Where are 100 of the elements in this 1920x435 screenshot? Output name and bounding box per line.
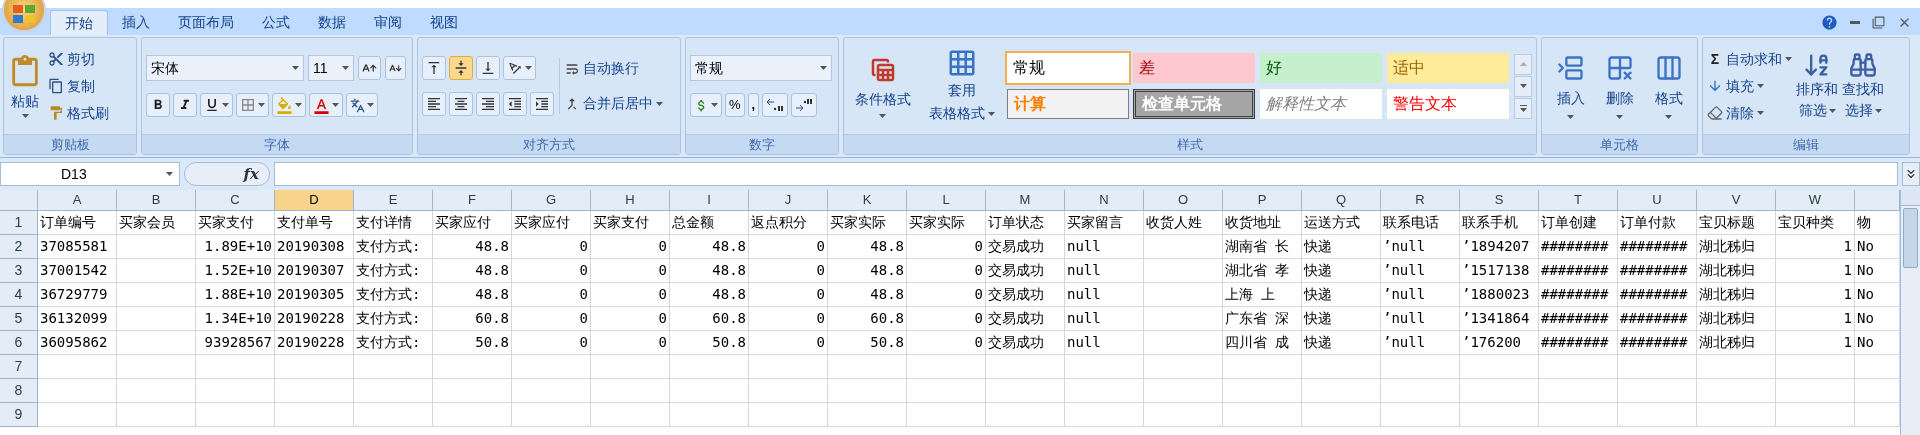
cell-style-item[interactable]: 解释性文本 — [1260, 89, 1383, 119]
cell-style-item[interactable]: 适中 — [1387, 53, 1510, 83]
vertical-scrollbar[interactable] — [1900, 190, 1920, 435]
column-header[interactable]: I — [670, 190, 749, 211]
cells-action-button[interactable]: 插入 — [1556, 53, 1585, 119]
column-header[interactable]: R — [1381, 190, 1460, 211]
ribbon-tab[interactable]: 页面布局 — [164, 10, 248, 35]
column-header[interactable]: M — [986, 190, 1065, 211]
ribbon-tab[interactable]: 数据 — [304, 10, 360, 35]
expand-button[interactable] — [1902, 162, 1920, 186]
row-header[interactable]: 7 — [0, 355, 38, 379]
font-color-button[interactable] — [309, 93, 343, 117]
column-header[interactable]: O — [1144, 190, 1223, 211]
ribbon-tab[interactable]: 插入 — [108, 10, 164, 35]
column-header[interactable]: U — [1618, 190, 1697, 211]
table-cell: 1 — [1776, 283, 1855, 307]
italic-button[interactable] — [173, 93, 197, 117]
column-header[interactable]: J — [749, 190, 828, 211]
font-size-select[interactable]: 11 — [308, 55, 354, 81]
currency-button[interactable] — [690, 93, 722, 117]
column-header[interactable]: C — [196, 190, 275, 211]
column-header[interactable]: A — [38, 190, 117, 211]
vertical-align-button[interactable] — [449, 56, 473, 80]
column-header[interactable]: W — [1776, 190, 1855, 211]
fill-color-button[interactable] — [272, 93, 306, 117]
row-header[interactable]: 5 — [0, 307, 38, 331]
ribbon-tab[interactable]: 审阅 — [360, 10, 416, 35]
underline-button[interactable] — [200, 93, 233, 117]
align-right-button[interactable] — [476, 92, 500, 116]
cut-button[interactable]: 剪切 — [48, 48, 109, 70]
insert-function-button[interactable]: fx — [184, 162, 270, 186]
align-center-button[interactable] — [449, 92, 473, 116]
percent-button[interactable]: % — [725, 93, 745, 117]
find-select-button[interactable]: 查找和 选择 — [1842, 51, 1884, 121]
column-header[interactable]: H — [591, 190, 670, 211]
table-format-button[interactable]: 套用 表格格式 — [923, 48, 1001, 124]
cells-action-button[interactable]: 删除 — [1605, 53, 1634, 119]
row-header[interactable]: 2 — [0, 235, 38, 259]
ribbon-tab[interactable]: 开始 — [50, 10, 108, 35]
help-button[interactable] — [1821, 14, 1838, 31]
column-header[interactable]: S — [1460, 190, 1539, 211]
name-box[interactable]: D13 — [0, 162, 180, 186]
wrap-text-button[interactable]: 自动换行 — [564, 58, 663, 79]
column-header[interactable]: Q — [1302, 190, 1381, 211]
clear-button[interactable]: 清除 — [1707, 102, 1792, 124]
column-header[interactable]: N — [1065, 190, 1144, 211]
format-painter-button[interactable]: 格式刷 — [48, 102, 109, 124]
formula-input[interactable] — [274, 162, 1898, 186]
orientation-button[interactable] — [503, 56, 536, 80]
vertical-align-button[interactable] — [476, 56, 500, 80]
grow-font-button[interactable] — [358, 56, 381, 80]
group-label: 编辑 — [1793, 135, 1819, 154]
row-header[interactable]: 8 — [0, 379, 38, 403]
copy-button[interactable]: 复制 — [48, 75, 109, 97]
scroll-down-button[interactable] — [1514, 75, 1532, 97]
restore-button[interactable] — [1872, 16, 1885, 29]
sort-filter-button[interactable]: 排序和 筛选 — [1796, 51, 1838, 121]
font-color-icon — [313, 96, 330, 114]
column-header[interactable]: K — [828, 190, 907, 211]
row-header[interactable]: 4 — [0, 283, 38, 307]
gallery-more-button[interactable] — [1514, 97, 1532, 119]
column-header[interactable]: P — [1223, 190, 1302, 211]
column-header[interactable]: E — [354, 190, 433, 211]
column-header[interactable]: T — [1539, 190, 1618, 211]
comma-button[interactable]: , — [747, 93, 760, 117]
row-header[interactable]: 1 — [0, 211, 38, 235]
vertical-align-button[interactable] — [422, 56, 446, 80]
merge-center-button[interactable]: 合并后居中 — [564, 93, 663, 114]
bold-button[interactable] — [146, 93, 170, 117]
cells-action-button[interactable]: 格式 — [1654, 53, 1683, 119]
decrease-indent-button[interactable] — [503, 92, 527, 116]
table-cell: 快递 — [1302, 331, 1381, 355]
cell-style-item[interactable]: 好 — [1260, 53, 1383, 83]
column-header[interactable]: F — [433, 190, 512, 211]
cell-style-item[interactable]: 警告文本 — [1387, 89, 1510, 119]
paste-button[interactable]: 粘贴 — [8, 54, 42, 118]
phonetic-button[interactable] — [346, 93, 378, 117]
ribbon-tab[interactable]: 公式 — [248, 10, 304, 35]
autosum-button[interactable]: Σ 自动求和 — [1707, 48, 1792, 70]
caret-icon — [1757, 84, 1764, 88]
conditional-format-button[interactable]: 条件格式 — [848, 54, 918, 118]
row-header[interactable]: 6 — [0, 331, 38, 355]
increase-indent-button[interactable] — [530, 92, 554, 116]
row-header[interactable]: 9 — [0, 403, 38, 427]
cell-style-item[interactable]: 常规 — [1006, 53, 1129, 83]
number-format-select[interactable]: 常规 — [690, 55, 832, 81]
column-header[interactable]: L — [907, 190, 986, 211]
column-header[interactable]: B — [117, 190, 196, 211]
decrease-decimal-button[interactable] — [791, 93, 818, 117]
cell-style-item[interactable]: 差 — [1133, 53, 1256, 83]
shrink-font-button[interactable] — [385, 56, 406, 80]
column-header[interactable]: D — [275, 190, 354, 211]
row-header[interactable]: 3 — [0, 259, 38, 283]
fill-button[interactable]: 填充 — [1707, 75, 1792, 97]
increase-decimal-button[interactable] — [762, 93, 789, 117]
ribbon-tab[interactable]: 视图 — [416, 10, 472, 35]
font-family-select[interactable]: 宋体 — [146, 55, 304, 81]
align-left-button[interactable] — [422, 92, 446, 116]
column-header[interactable]: G — [512, 190, 591, 211]
column-header[interactable]: V — [1697, 190, 1776, 211]
